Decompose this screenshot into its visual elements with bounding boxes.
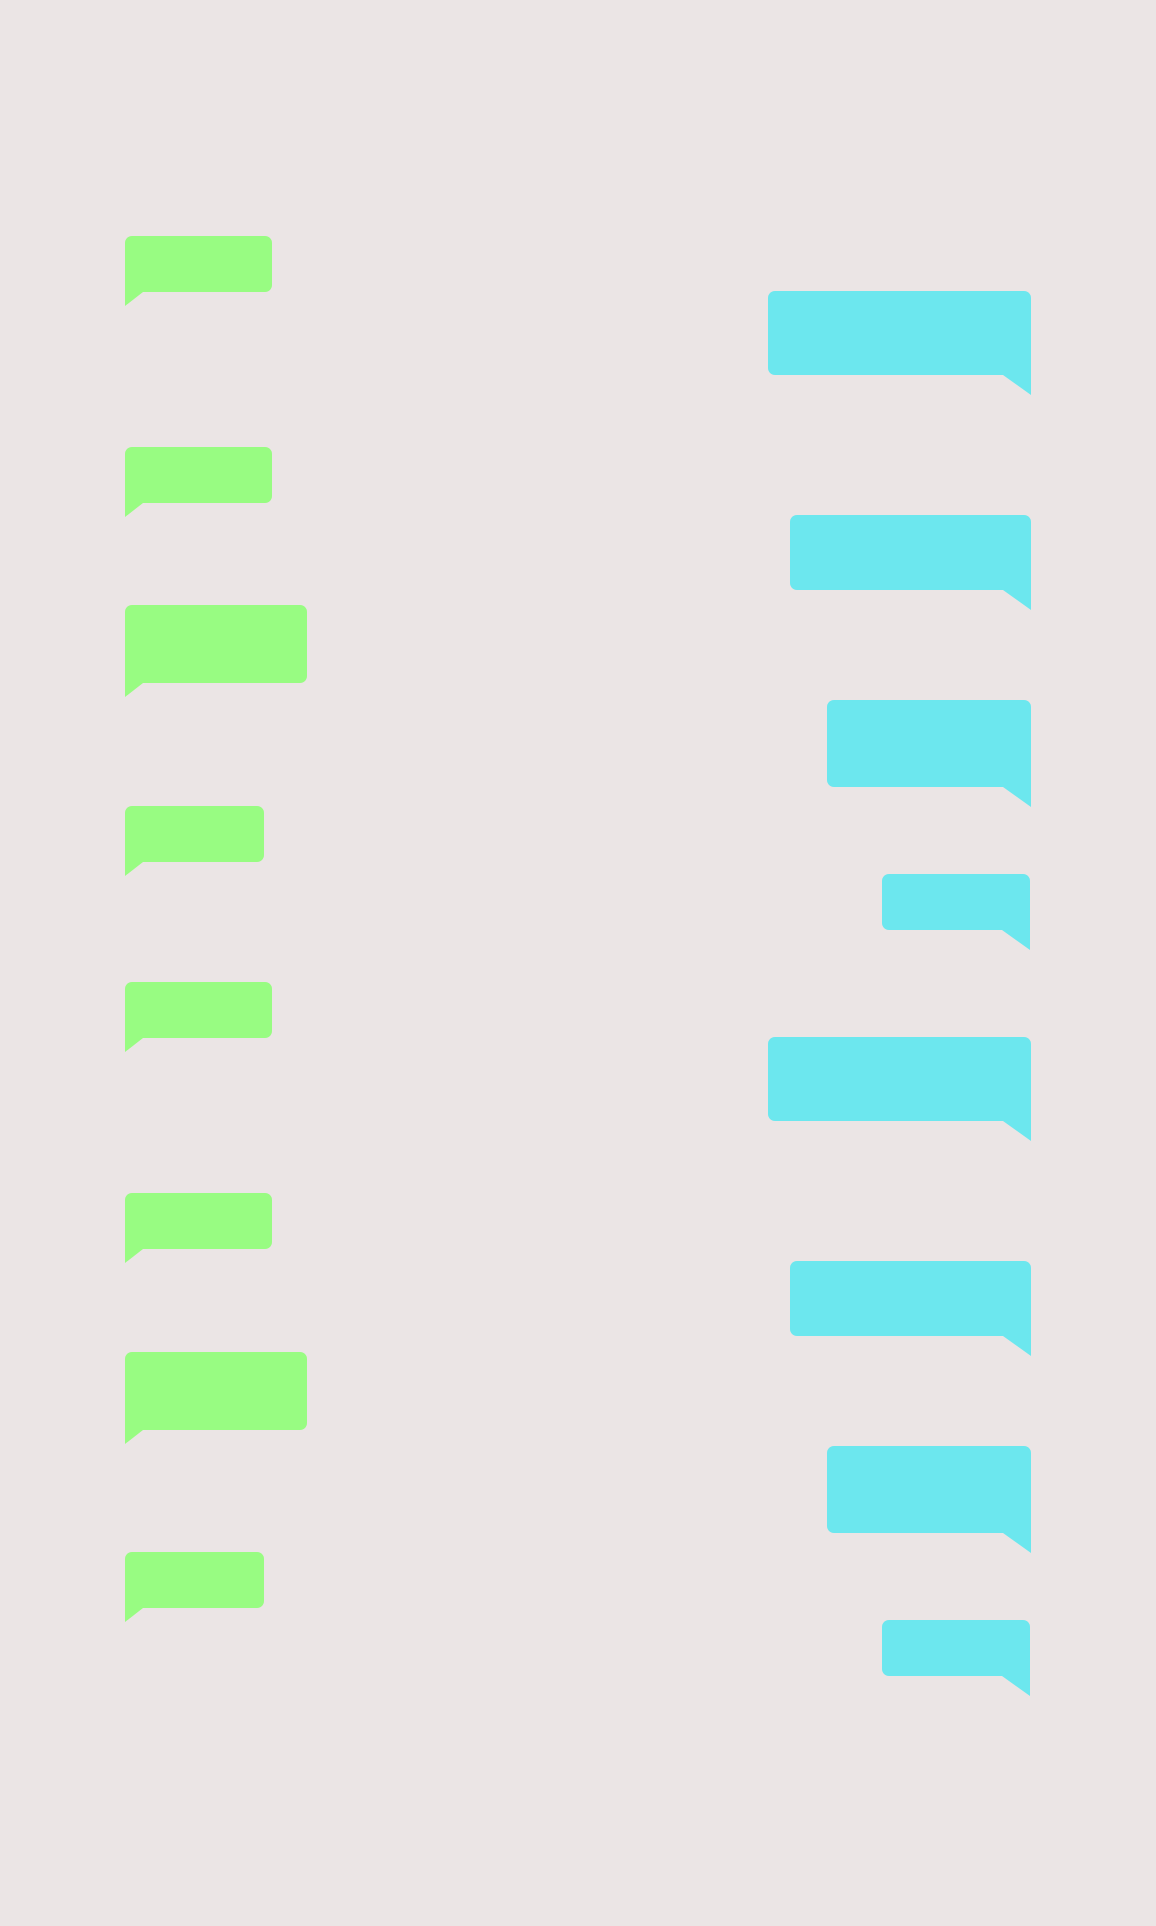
outgoing-bubble-tail bbox=[1003, 1336, 1031, 1356]
outgoing-message-text bbox=[827, 1446, 1031, 1466]
incoming-message-bubble[interactable] bbox=[125, 605, 307, 697]
outgoing-bubble-tail bbox=[1003, 1121, 1031, 1141]
outgoing-bubble-tail bbox=[1003, 1533, 1031, 1553]
incoming-bubble-tail bbox=[125, 1249, 143, 1263]
incoming-message-bubble[interactable] bbox=[125, 806, 264, 876]
incoming-message-text bbox=[125, 447, 272, 467]
outgoing-bubble-tail bbox=[1002, 1676, 1030, 1696]
outgoing-message-bubble[interactable] bbox=[827, 700, 1031, 807]
outgoing-message-text bbox=[768, 291, 1031, 311]
incoming-message-bubble[interactable] bbox=[125, 1193, 272, 1263]
incoming-message-text bbox=[125, 236, 272, 256]
incoming-bubble-tail bbox=[125, 1430, 143, 1444]
incoming-message-text bbox=[125, 806, 264, 826]
incoming-message-text bbox=[125, 1193, 272, 1213]
outgoing-message-bubble[interactable] bbox=[768, 291, 1031, 395]
incoming-message-text bbox=[125, 982, 272, 1002]
outgoing-message-bubble[interactable] bbox=[768, 1037, 1031, 1141]
incoming-bubble-tail bbox=[125, 292, 143, 306]
incoming-message-text bbox=[125, 1352, 307, 1372]
incoming-message-bubble[interactable] bbox=[125, 447, 272, 517]
incoming-bubble-tail bbox=[125, 503, 143, 517]
outgoing-bubble-tail bbox=[1003, 375, 1031, 395]
incoming-message-bubble[interactable] bbox=[125, 236, 272, 306]
incoming-message-bubble[interactable] bbox=[125, 1352, 307, 1444]
outgoing-message-text bbox=[790, 515, 1031, 535]
outgoing-message-text bbox=[768, 1037, 1031, 1057]
incoming-bubble-tail bbox=[125, 1608, 143, 1622]
outgoing-message-text bbox=[827, 700, 1031, 720]
outgoing-message-bubble[interactable] bbox=[882, 874, 1030, 950]
outgoing-message-bubble[interactable] bbox=[790, 1261, 1031, 1356]
incoming-message-bubble[interactable] bbox=[125, 982, 272, 1052]
outgoing-message-text bbox=[790, 1261, 1031, 1281]
incoming-bubble-tail bbox=[125, 683, 143, 697]
outgoing-message-text bbox=[882, 874, 1030, 894]
outgoing-bubble-tail bbox=[1003, 590, 1031, 610]
outgoing-message-text bbox=[882, 1620, 1030, 1640]
outgoing-bubble-tail bbox=[1003, 787, 1031, 807]
incoming-message-bubble[interactable] bbox=[125, 1552, 264, 1622]
incoming-message-text bbox=[125, 605, 307, 625]
incoming-message-text bbox=[125, 1552, 264, 1572]
outgoing-message-bubble[interactable] bbox=[790, 515, 1031, 610]
incoming-bubble-tail bbox=[125, 1038, 143, 1052]
outgoing-message-bubble[interactable] bbox=[827, 1446, 1031, 1553]
outgoing-message-bubble[interactable] bbox=[882, 1620, 1030, 1696]
incoming-bubble-tail bbox=[125, 862, 143, 876]
outgoing-bubble-tail bbox=[1002, 930, 1030, 950]
